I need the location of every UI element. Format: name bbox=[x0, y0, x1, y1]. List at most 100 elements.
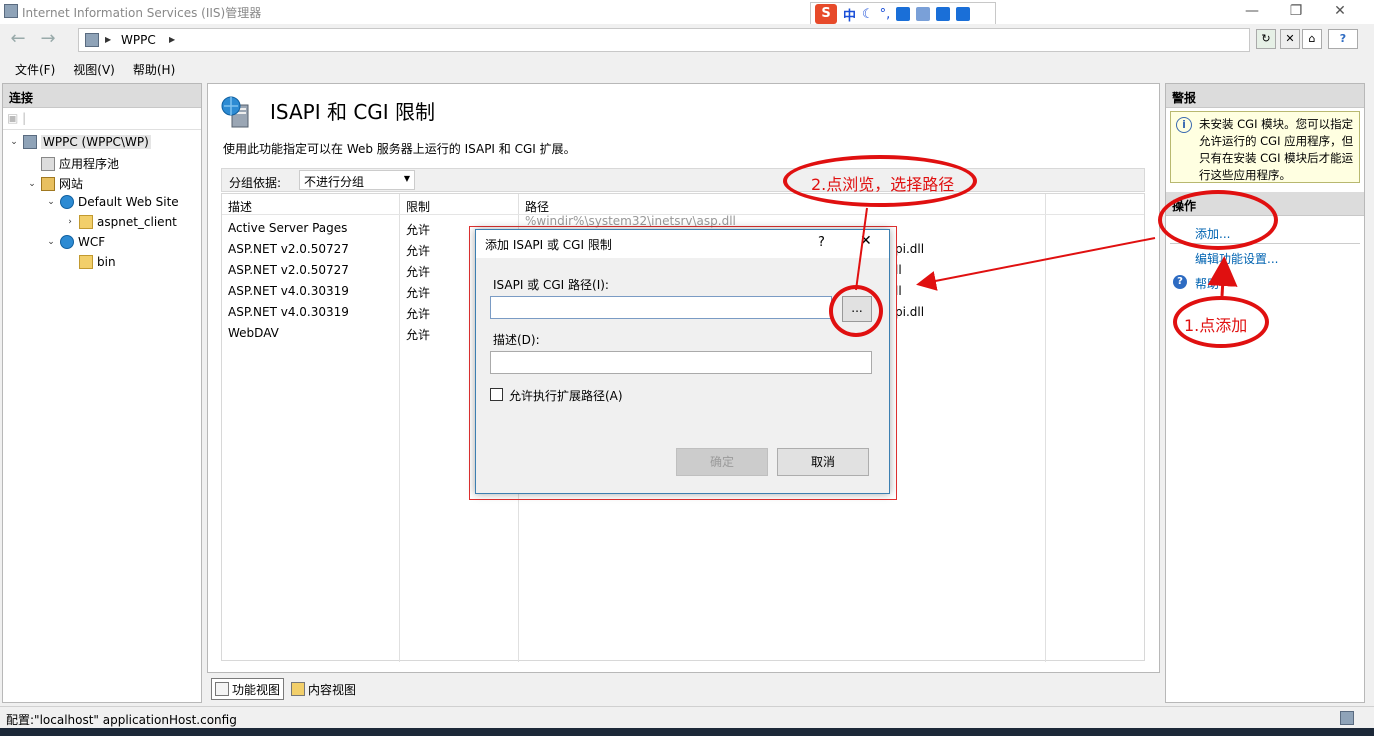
forward-button[interactable]: → bbox=[34, 28, 62, 52]
tree-node-bin[interactable]: bin bbox=[65, 255, 116, 269]
expand-icon[interactable]: ⌄ bbox=[9, 137, 19, 147]
allow-extension-path-checkbox[interactable] bbox=[490, 388, 503, 401]
tree-node-label: 网站 bbox=[59, 177, 84, 191]
alerts-header: 警报 bbox=[1166, 84, 1364, 108]
user-icon[interactable] bbox=[916, 7, 931, 21]
expand-icon[interactable]: ⌄ bbox=[27, 179, 37, 189]
column-divider bbox=[1045, 194, 1046, 662]
edit-feature-settings-link[interactable]: 编辑功能设置... bbox=[1195, 250, 1278, 267]
taskbar bbox=[0, 728, 1374, 736]
description-input[interactable] bbox=[490, 351, 872, 374]
path-input[interactable] bbox=[490, 296, 832, 319]
column-header-path[interactable]: 路径 bbox=[525, 198, 549, 215]
stop-icon[interactable]: ✕ bbox=[1280, 29, 1300, 49]
shirt-icon[interactable] bbox=[936, 7, 951, 21]
group-by-select[interactable]: 不进行分组 ▼ bbox=[299, 170, 415, 190]
expand-icon[interactable]: ⌄ bbox=[46, 197, 56, 207]
table-row[interactable]: WebDAV bbox=[228, 326, 279, 340]
tree-node-aspnet-client[interactable]: › aspnet_client bbox=[65, 215, 177, 229]
table-cell-path: pi.dll bbox=[895, 242, 925, 256]
column-header-description[interactable]: 描述 bbox=[228, 198, 252, 215]
group-by-bar: 分组依据: 不进行分组 ▼ bbox=[221, 168, 1145, 192]
refresh-icon[interactable]: ↻ bbox=[1256, 29, 1276, 49]
expand-icon[interactable]: ⌄ bbox=[46, 237, 56, 247]
home-icon[interactable]: ⌂ bbox=[1302, 29, 1322, 49]
minimize-button[interactable]: — bbox=[1232, 2, 1272, 22]
column-header-restriction[interactable]: 限制 bbox=[406, 198, 430, 215]
tree-node-app-pools[interactable]: 应用程序池 bbox=[27, 155, 119, 172]
features-view-icon bbox=[215, 682, 229, 696]
window-title: Internet Information Services (IIS)管理器 bbox=[22, 6, 262, 20]
breadcrumb-bar[interactable]: ▶ WPPC ▶ bbox=[78, 28, 1250, 52]
breadcrumb-wppc[interactable]: WPPC bbox=[121, 33, 156, 47]
tab-features-view[interactable]: 功能视图 bbox=[211, 678, 285, 700]
help-link[interactable]: 帮助 bbox=[1195, 275, 1219, 292]
expand-icon[interactable]: › bbox=[65, 217, 75, 227]
table-cell-restriction: 允许 bbox=[406, 244, 431, 258]
tab-content-view[interactable]: 内容视图 bbox=[288, 678, 359, 700]
table-cell-restriction: 允许 bbox=[406, 307, 431, 321]
tree-node-label: WPPC (WPPC\WP) bbox=[41, 135, 151, 149]
breadcrumb-arrow-icon: ▶ bbox=[105, 35, 112, 44]
punctuation-icon[interactable]: °, bbox=[880, 7, 891, 22]
keyboard-icon[interactable] bbox=[896, 7, 911, 21]
add-isapi-cgi-dialog: 添加 ISAPI 或 CGI 限制 ? ✕ ISAPI 或 CGI 路径(I):… bbox=[475, 229, 890, 494]
table-row[interactable]: ASP.NET v4.0.30319 bbox=[228, 305, 349, 319]
address-bar: ← → ▶ WPPC ▶ ↻ ✕ ⌂ ? bbox=[0, 24, 1374, 56]
connections-header: 连接 bbox=[3, 84, 201, 108]
right-scrollbar[interactable] bbox=[1366, 83, 1374, 703]
tree-node-label: 应用程序池 bbox=[59, 157, 120, 171]
breadcrumb-arrow-icon[interactable]: ▶ bbox=[169, 35, 175, 44]
sogou-logo-icon[interactable]: S bbox=[815, 4, 837, 24]
connections-pane: 连接 ▣ | ⌄ WPPC (WPPC\WP) 应用程序池 ⌄ 网站 ⌄ Def… bbox=[2, 83, 202, 703]
path-label: ISAPI 或 CGI 路径(I): bbox=[493, 278, 609, 292]
table-row[interactable]: ASP.NET v2.0.50727 bbox=[228, 242, 349, 256]
ok-button[interactable]: 确定 bbox=[676, 448, 768, 476]
tree-node-server[interactable]: ⌄ WPPC (WPPC\WP) bbox=[9, 135, 151, 149]
status-text: 配置:"localhost" applicationHost.config bbox=[6, 713, 237, 727]
menu-file[interactable]: 文件(F) bbox=[6, 58, 64, 80]
group-by-label: 分组依据: bbox=[229, 176, 282, 190]
annotation-ellipse-browse bbox=[829, 285, 883, 337]
restore-button[interactable]: ❐ bbox=[1276, 2, 1316, 22]
allow-extension-path-label[interactable]: 允许执行扩展路径(A) bbox=[509, 387, 623, 404]
back-button[interactable]: ← bbox=[4, 28, 32, 52]
table-cell-path: pi.dll bbox=[895, 305, 925, 319]
help-menu-icon[interactable]: ? bbox=[1328, 29, 1358, 49]
close-window-button[interactable]: ✕ bbox=[1320, 2, 1360, 22]
cancel-button[interactable]: 取消 bbox=[777, 448, 869, 476]
menu-help[interactable]: 帮助(H) bbox=[124, 58, 184, 80]
sites-icon bbox=[41, 176, 55, 191]
folder-icon bbox=[79, 255, 93, 269]
tree-node-sites[interactable]: ⌄ 网站 bbox=[27, 175, 83, 192]
dropdown-arrow-icon: ▼ bbox=[403, 174, 410, 183]
table-row[interactable]: Active Server Pages bbox=[228, 221, 347, 235]
tree-node-label: bin bbox=[97, 255, 116, 269]
connect-icon[interactable]: ▣ bbox=[7, 111, 18, 125]
server-icon bbox=[23, 135, 37, 149]
page-title: ISAPI 和 CGI 限制 bbox=[270, 100, 436, 124]
tree-node-default-web-site[interactable]: ⌄ Default Web Site bbox=[46, 195, 179, 209]
menu-view[interactable]: 视图(V) bbox=[64, 58, 124, 80]
help-icon: ? bbox=[1173, 275, 1187, 289]
status-bar: 配置:"localhost" applicationHost.config bbox=[0, 706, 1374, 728]
table-cell-restriction: 允许 bbox=[406, 265, 431, 279]
table-cell-restriction: 允许 bbox=[406, 286, 431, 300]
title-bar: Internet Information Services (IIS)管理器 —… bbox=[0, 0, 1374, 24]
tree-node-label: Default Web Site bbox=[78, 195, 179, 209]
tree-node-wcf[interactable]: ⌄ WCF bbox=[46, 235, 105, 249]
table-cell-restriction: 允许 bbox=[406, 328, 431, 342]
ime-mode-toggle[interactable]: 中 bbox=[843, 5, 856, 24]
table-row[interactable]: ASP.NET v4.0.30319 bbox=[228, 284, 349, 298]
tree-node-label: aspnet_client bbox=[97, 215, 177, 229]
server-icon bbox=[85, 33, 99, 47]
wrench-icon[interactable] bbox=[956, 7, 971, 21]
dialog-close-button[interactable]: ✕ bbox=[860, 233, 872, 249]
actions-pane: 警报 i 未安装 CGI 模块。您可以指定允许运行的 CGI 应用程序，但只有在… bbox=[1165, 83, 1365, 703]
ime-toolbar[interactable]: S 中 ☾ °, bbox=[810, 2, 996, 26]
dialog-help-button[interactable]: ? bbox=[818, 235, 825, 250]
column-divider bbox=[399, 194, 400, 662]
table-row[interactable]: ASP.NET v2.0.50727 bbox=[228, 263, 349, 277]
moon-icon[interactable]: ☾ bbox=[862, 7, 874, 22]
annotation-step1: 1.点添加 bbox=[1184, 316, 1248, 335]
